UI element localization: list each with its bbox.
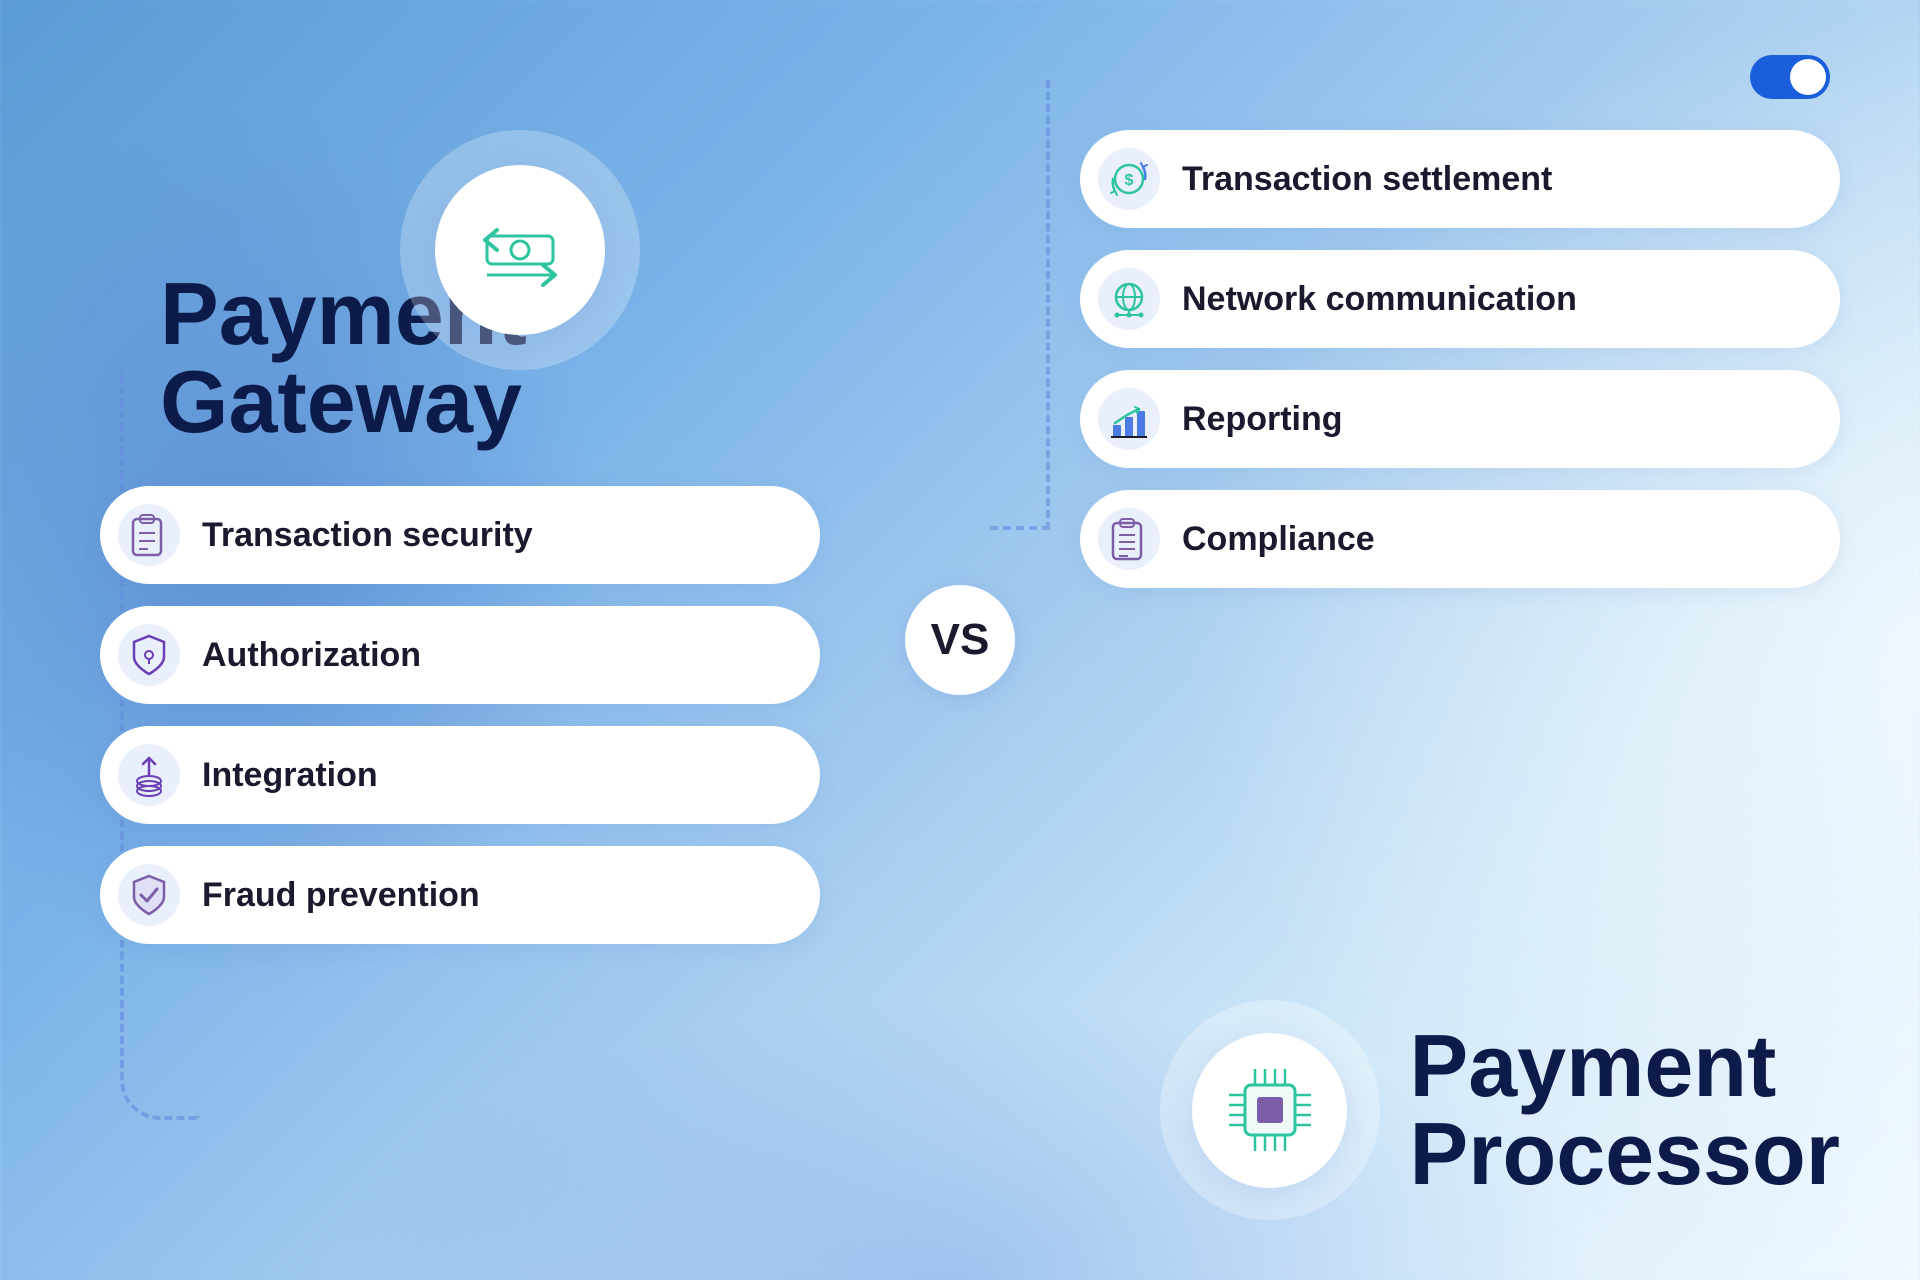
right-section: $ Transaction settlement: [1080, 130, 1840, 588]
right-feature-item: Reporting: [1080, 370, 1840, 468]
left-feature-item: Integration: [100, 726, 820, 824]
reporting-icon-circle: [1098, 388, 1160, 450]
network-communication-label: Network communication: [1182, 280, 1577, 319]
gateway-icon-circle-outer: [400, 130, 640, 370]
shield-lock-icon: [129, 633, 169, 677]
money-cycle-icon: $: [1107, 157, 1151, 201]
right-feature-item: Network communication: [1080, 250, 1840, 348]
money-transfer-icon: [475, 210, 565, 290]
integration-label: Integration: [202, 756, 378, 795]
right-feature-item: Compliance: [1080, 490, 1840, 588]
coins-stack-icon: [127, 753, 171, 797]
right-feature-item: $ Transaction settlement: [1080, 130, 1840, 228]
toggle-track: [1750, 55, 1830, 99]
toggle-thumb: [1790, 59, 1826, 95]
payment-processor-title: Payment Processor: [1410, 1022, 1840, 1198]
fraud-prevention-icon-circle: [118, 864, 180, 926]
svg-text:$: $: [1125, 172, 1134, 189]
shield-check-icon: [129, 873, 169, 917]
transaction-security-label: Transaction security: [202, 516, 533, 555]
network-communication-icon-circle: [1098, 268, 1160, 330]
fraud-prevention-label: Fraud prevention: [202, 876, 480, 915]
globe-network-icon: [1107, 277, 1151, 321]
clipboard-lock-icon: [130, 513, 168, 557]
cpu-chip-icon: [1225, 1065, 1315, 1155]
left-feature-list: Transaction security Authorization: [100, 486, 820, 944]
payment-processor-area: Payment Processor: [1160, 1000, 1840, 1220]
compliance-label: Compliance: [1182, 520, 1375, 559]
dashed-curve-right: [990, 80, 1050, 530]
gateway-icon-circle-inner: [435, 165, 605, 335]
transaction-settlement-icon-circle: $: [1098, 148, 1160, 210]
vs-label: VS: [931, 615, 990, 665]
processor-circle-outer: [1160, 1000, 1380, 1220]
left-feature-item: Fraud prevention: [100, 846, 820, 944]
toggle-button[interactable]: [1750, 55, 1830, 99]
reporting-label: Reporting: [1182, 400, 1343, 439]
left-feature-item: Transaction security: [100, 486, 820, 584]
left-section: Payment Gateway Transaction security: [100, 100, 820, 944]
processor-circle-inner: [1192, 1033, 1347, 1188]
bar-chart-icon: [1107, 397, 1151, 441]
clipboard-list-icon: [1110, 517, 1148, 561]
vs-circle: VS: [905, 585, 1015, 695]
authorization-icon-circle: [118, 624, 180, 686]
compliance-icon-circle: [1098, 508, 1160, 570]
left-feature-item: Authorization: [100, 606, 820, 704]
transaction-security-icon-circle: [118, 504, 180, 566]
right-feature-list: $ Transaction settlement: [1080, 130, 1840, 588]
transaction-settlement-label: Transaction settlement: [1182, 160, 1552, 199]
integration-icon-circle: [118, 744, 180, 806]
authorization-label: Authorization: [202, 636, 421, 675]
